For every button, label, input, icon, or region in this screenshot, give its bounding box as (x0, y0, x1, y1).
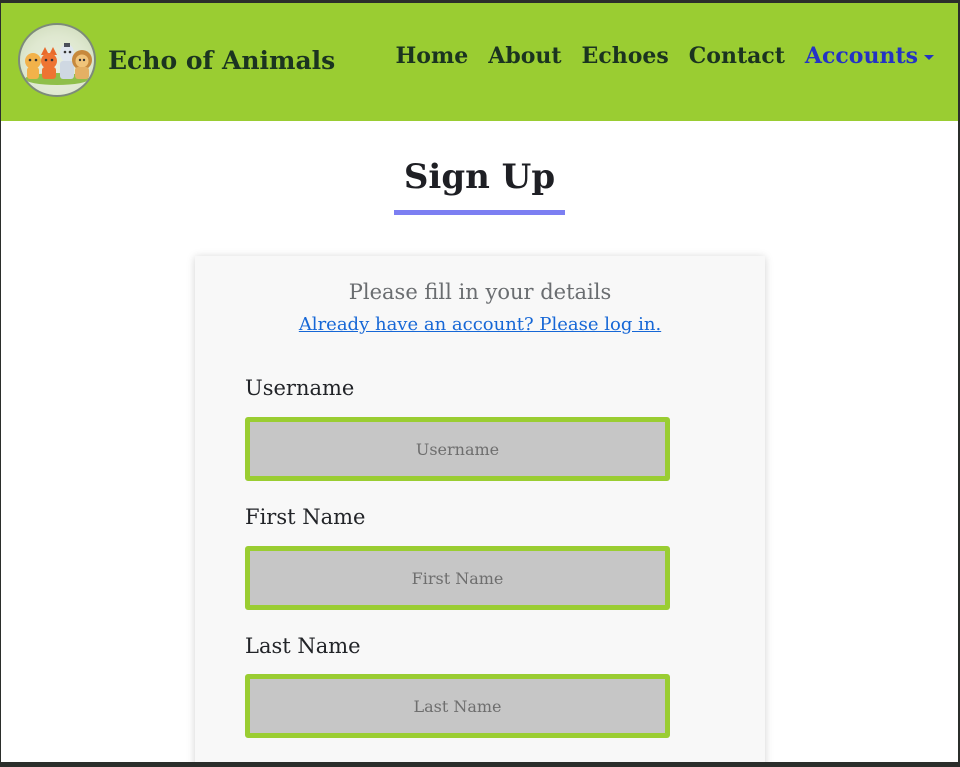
last-name-label: Last Name (245, 634, 361, 658)
page-title: Sign Up (403, 157, 556, 197)
nav-link-home[interactable]: Home (396, 43, 469, 69)
navbar: Echo of Animals Home About Echoes Contac… (1, 3, 958, 121)
nav-link-contact[interactable]: Contact (689, 43, 785, 69)
nav-links: Home About Echoes Contact Accounts (376, 43, 934, 69)
username-label: Username (245, 376, 355, 400)
nav-link-echoes[interactable]: Echoes (582, 43, 669, 69)
animals-logo-art (25, 43, 92, 85)
browser-viewport: Echo of Animals Home About Echoes Contac… (0, 0, 960, 767)
nav-dropdown-accounts[interactable]: Accounts (805, 43, 934, 69)
first-name-input[interactable] (245, 546, 670, 610)
nav-link-accounts-label: Accounts (804, 43, 918, 69)
title-underline (394, 210, 565, 215)
signup-form-card: Please fill in your details Already have… (195, 256, 765, 762)
brand-home-link[interactable]: Echo of Animals (18, 22, 335, 98)
login-link[interactable]: Already have an account? Please log in. (195, 314, 765, 335)
username-input[interactable] (245, 417, 670, 481)
caret-down-icon (924, 54, 934, 60)
first-name-label: First Name (245, 505, 366, 529)
form-subtitle: Please fill in your details (348, 280, 612, 304)
brand-name: Echo of Animals (108, 45, 336, 75)
animals-logo-icon (18, 23, 96, 97)
nav-link-about[interactable]: About (488, 43, 561, 69)
last-name-input[interactable] (245, 674, 670, 738)
